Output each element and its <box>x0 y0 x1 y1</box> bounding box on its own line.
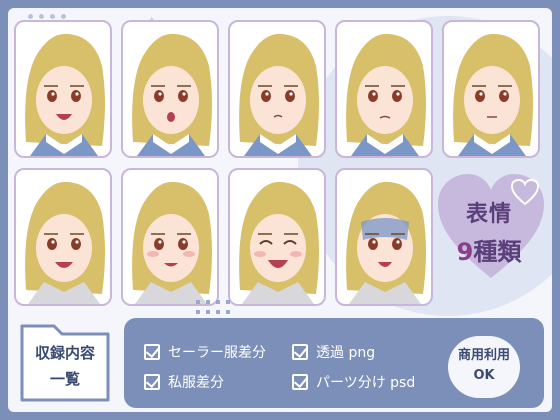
character-face-icon <box>239 181 319 304</box>
heart-title: 表情 <box>465 202 512 227</box>
heart-count-line: 9種類 <box>436 232 542 267</box>
expression-tile-troubled <box>442 20 540 158</box>
feature-casual-clothes: 私服差分 <box>144 372 224 392</box>
character-face-icon <box>132 181 212 304</box>
feature-label: セーラー服差分 <box>168 345 266 361</box>
feature-label: 私服差分 <box>168 375 224 391</box>
character-face-icon <box>25 181 105 304</box>
check-icon <box>292 344 308 360</box>
check-icon <box>144 344 160 360</box>
expression-tile-surprised <box>121 20 219 158</box>
commercial-use-badge: 商用利用 OK <box>448 336 520 398</box>
expression-tile-angry <box>14 168 112 306</box>
feature-label: パーツ分け psd <box>316 375 416 391</box>
character-face-icon <box>346 33 426 156</box>
heart-unit: 種類 <box>473 238 522 266</box>
expression-tile-pout <box>228 20 326 158</box>
feature-layered-psd: パーツ分け psd <box>292 372 415 392</box>
folder-line2: 一覧 <box>49 370 80 388</box>
expression-tile-laughing-closed-eyes <box>228 168 326 306</box>
feature-transparent-png: 透過 png <box>292 342 375 362</box>
expression-tile-smile-open <box>14 20 112 158</box>
character-face-icon <box>453 33 533 156</box>
expression-tile-blush-embarrassed <box>121 168 219 306</box>
decor-dots <box>28 14 66 19</box>
character-face-icon <box>346 181 426 304</box>
check-icon <box>144 374 160 390</box>
expression-count-label: 表情 9種類 <box>436 196 542 267</box>
folder-line1: 収録内容 <box>34 344 95 362</box>
contents-list-label: 収録内容 一覧 <box>18 340 112 392</box>
feature-label: 透過 png <box>316 345 376 361</box>
expression-tile-shocked-pale <box>335 168 433 306</box>
badge-line1: 商用利用 <box>457 348 510 363</box>
expression-tile-worried <box>335 20 433 158</box>
character-face-icon <box>132 33 212 156</box>
badge-line2: OK <box>473 368 495 383</box>
character-face-icon <box>25 33 105 156</box>
heart-count: 9 <box>456 238 474 266</box>
decor-square-dots <box>196 300 230 314</box>
check-icon <box>292 374 308 390</box>
character-face-icon <box>239 33 319 156</box>
feature-sailor-uniform: セーラー服差分 <box>144 342 266 362</box>
